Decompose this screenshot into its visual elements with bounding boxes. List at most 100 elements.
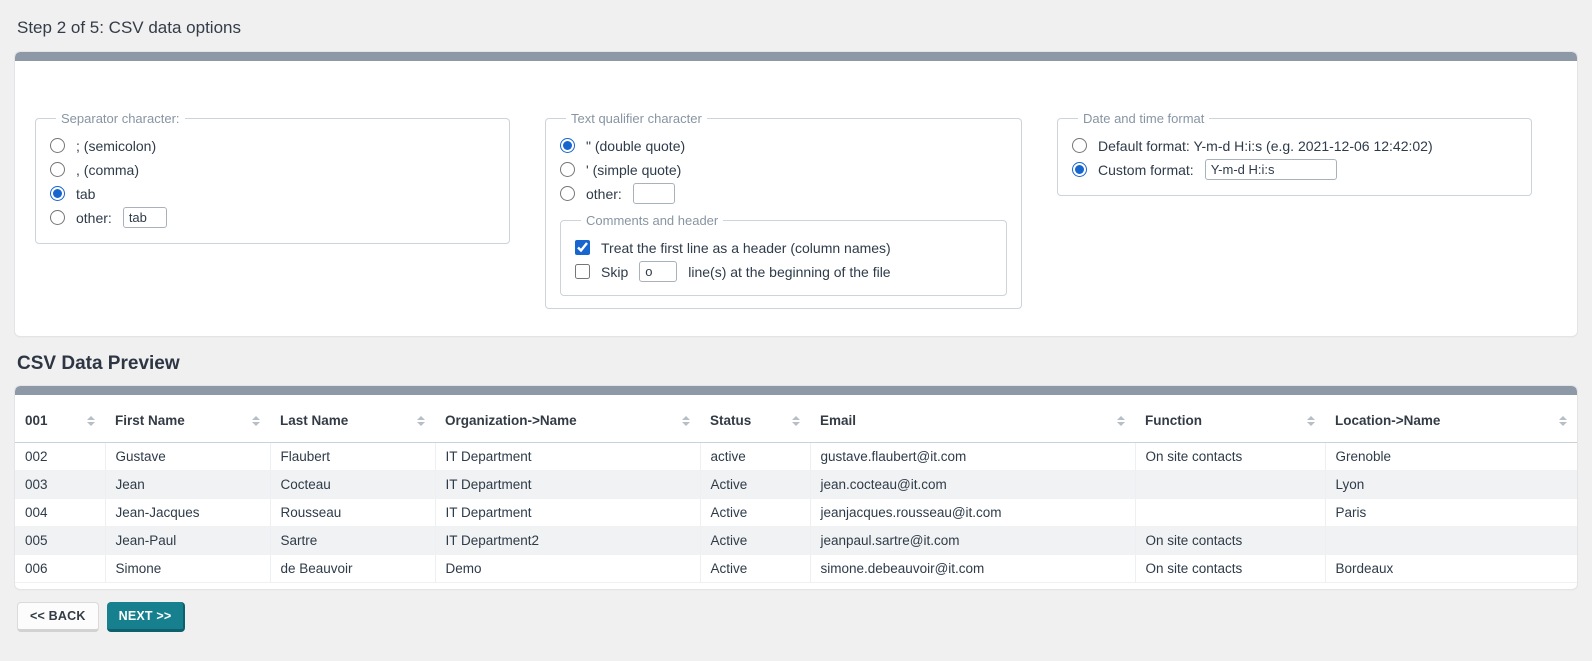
datetime-format-fieldset: Date and time format Default format: Y-m…	[1057, 111, 1532, 196]
cell-email: simone.debeauvoir@it.com	[810, 555, 1135, 583]
option-label: Default format: Y-m-d H:i:s (e.g. 2021-1…	[1098, 138, 1433, 154]
cell-location: Lyon	[1325, 471, 1577, 499]
sort-icon[interactable]	[792, 416, 800, 426]
other-separator-radio[interactable]	[50, 210, 65, 225]
separator-option-semicolon[interactable]: ; (semicolon)	[50, 135, 495, 156]
column-header-last-name[interactable]: Last Name	[270, 395, 435, 443]
panel-top-bar	[15, 52, 1577, 61]
table-row: 002 Gustave Flaubert IT Department activ…	[15, 443, 1577, 471]
option-label: ' (simple quote)	[586, 162, 681, 178]
tab-radio[interactable]	[50, 186, 65, 201]
qualifier-option-double-quote[interactable]: " (double quote)	[560, 135, 1007, 156]
separator-fieldset: Separator character: ; (semicolon) , (co…	[35, 111, 510, 244]
cell-first-name: Jean	[105, 471, 270, 499]
cell-organization: IT Department	[435, 499, 700, 527]
cell-line-number: 006	[15, 555, 105, 583]
column-header-first-name[interactable]: First Name	[105, 395, 270, 443]
option-label: Treat the first line as a header (column…	[601, 240, 891, 256]
skip-lines-checkbox[interactable]	[575, 264, 590, 279]
qualifier-option-simple-quote[interactable]: ' (simple quote)	[560, 159, 1007, 180]
option-label: tab	[76, 186, 95, 202]
csv-options-panel: Separator character: ; (semicolon) , (co…	[15, 52, 1577, 336]
cell-function: On site contacts	[1135, 555, 1325, 583]
cell-line-number: 003	[15, 471, 105, 499]
custom-date-format-option[interactable]: Custom format:	[1072, 159, 1517, 180]
option-label: " (double quote)	[586, 138, 685, 154]
skip-label: Skip	[601, 264, 628, 280]
other-qualifier-radio[interactable]	[560, 186, 575, 201]
column-header-organization[interactable]: Organization->Name	[435, 395, 700, 443]
cell-status: Active	[700, 471, 810, 499]
cell-line-number: 004	[15, 499, 105, 527]
table-row: 004 Jean-Jacques Rousseau IT Department …	[15, 499, 1577, 527]
qualifier-option-other[interactable]: other:	[560, 183, 1007, 204]
cell-email: gustave.flaubert@it.com	[810, 443, 1135, 471]
skip-lines-option[interactable]: Skip line(s) at the beginning of the fil…	[575, 261, 992, 282]
sort-icon[interactable]	[1117, 416, 1125, 426]
cell-email: jeanjacques.rousseau@it.com	[810, 499, 1135, 527]
first-line-header-option[interactable]: Treat the first line as a header (column…	[575, 237, 992, 258]
cell-location: Grenoble	[1325, 443, 1577, 471]
custom-format-input[interactable]	[1205, 159, 1337, 180]
cell-first-name: Jean-Paul	[105, 527, 270, 555]
sort-icon[interactable]	[252, 416, 260, 426]
table-header-row: 001 First Name Last Name Organization->N…	[15, 395, 1577, 443]
separator-option-other[interactable]: other:	[50, 207, 495, 228]
double-quote-radio[interactable]	[560, 138, 575, 153]
cell-organization: IT Department2	[435, 527, 700, 555]
preview-title: CSV Data Preview	[17, 353, 1577, 375]
sort-icon[interactable]	[1559, 416, 1567, 426]
cell-last-name: de Beauvoir	[270, 555, 435, 583]
column-header-function[interactable]: Function	[1135, 395, 1325, 443]
panel-top-bar	[15, 386, 1577, 395]
comments-legend: Comments and header	[581, 213, 723, 228]
cell-email: jeanpaul.sartre@it.com	[810, 527, 1135, 555]
column-header-001[interactable]: 001	[15, 395, 105, 443]
skip-label-suffix: line(s) at the beginning of the file	[688, 264, 890, 280]
sort-icon[interactable]	[682, 416, 690, 426]
cell-organization: Demo	[435, 555, 700, 583]
cell-status: Active	[700, 499, 810, 527]
other-qualifier-input[interactable]	[633, 183, 675, 204]
cell-organization: IT Department	[435, 471, 700, 499]
cell-last-name: Cocteau	[270, 471, 435, 499]
sort-icon[interactable]	[1307, 416, 1315, 426]
csv-preview-table: 001 First Name Last Name Organization->N…	[15, 395, 1577, 583]
simple-quote-radio[interactable]	[560, 162, 575, 177]
cell-first-name: Simone	[105, 555, 270, 583]
option-label: other:	[76, 210, 112, 226]
other-separator-input[interactable]	[123, 207, 167, 228]
cell-status: active	[700, 443, 810, 471]
csv-preview-panel: 001 First Name Last Name Organization->N…	[15, 386, 1577, 589]
sort-icon[interactable]	[417, 416, 425, 426]
custom-format-radio[interactable]	[1072, 162, 1087, 177]
first-line-header-checkbox[interactable]	[575, 240, 590, 255]
cell-last-name: Sartre	[270, 527, 435, 555]
cell-line-number: 002	[15, 443, 105, 471]
separator-option-comma[interactable]: , (comma)	[50, 159, 495, 180]
cell-function	[1135, 499, 1325, 527]
option-label: other:	[586, 186, 622, 202]
separator-option-tab[interactable]: tab	[50, 183, 495, 204]
skip-lines-input[interactable]	[639, 261, 677, 282]
default-format-radio[interactable]	[1072, 138, 1087, 153]
comma-radio[interactable]	[50, 162, 65, 177]
qualifier-legend: Text qualifier character	[566, 111, 707, 126]
cell-organization: IT Department	[435, 443, 700, 471]
column-header-email[interactable]: Email	[810, 395, 1135, 443]
column-header-status[interactable]: Status	[700, 395, 810, 443]
next-button[interactable]: NEXT >>	[107, 602, 186, 632]
column-header-location[interactable]: Location->Name	[1325, 395, 1577, 443]
cell-email: jean.cocteau@it.com	[810, 471, 1135, 499]
default-date-format-option[interactable]: Default format: Y-m-d H:i:s (e.g. 2021-1…	[1072, 135, 1517, 156]
cell-first-name: Jean-Jacques	[105, 499, 270, 527]
sort-icon[interactable]	[87, 416, 95, 426]
semicolon-radio[interactable]	[50, 138, 65, 153]
table-row: 006 Simone de Beauvoir Demo Active simon…	[15, 555, 1577, 583]
cell-location: Bordeaux	[1325, 555, 1577, 583]
back-button[interactable]: << BACK	[17, 602, 99, 632]
cell-function	[1135, 471, 1325, 499]
datetime-legend: Date and time format	[1078, 111, 1209, 126]
qualifier-fieldset: Text qualifier character " (double quote…	[545, 111, 1022, 309]
cell-line-number: 005	[15, 527, 105, 555]
